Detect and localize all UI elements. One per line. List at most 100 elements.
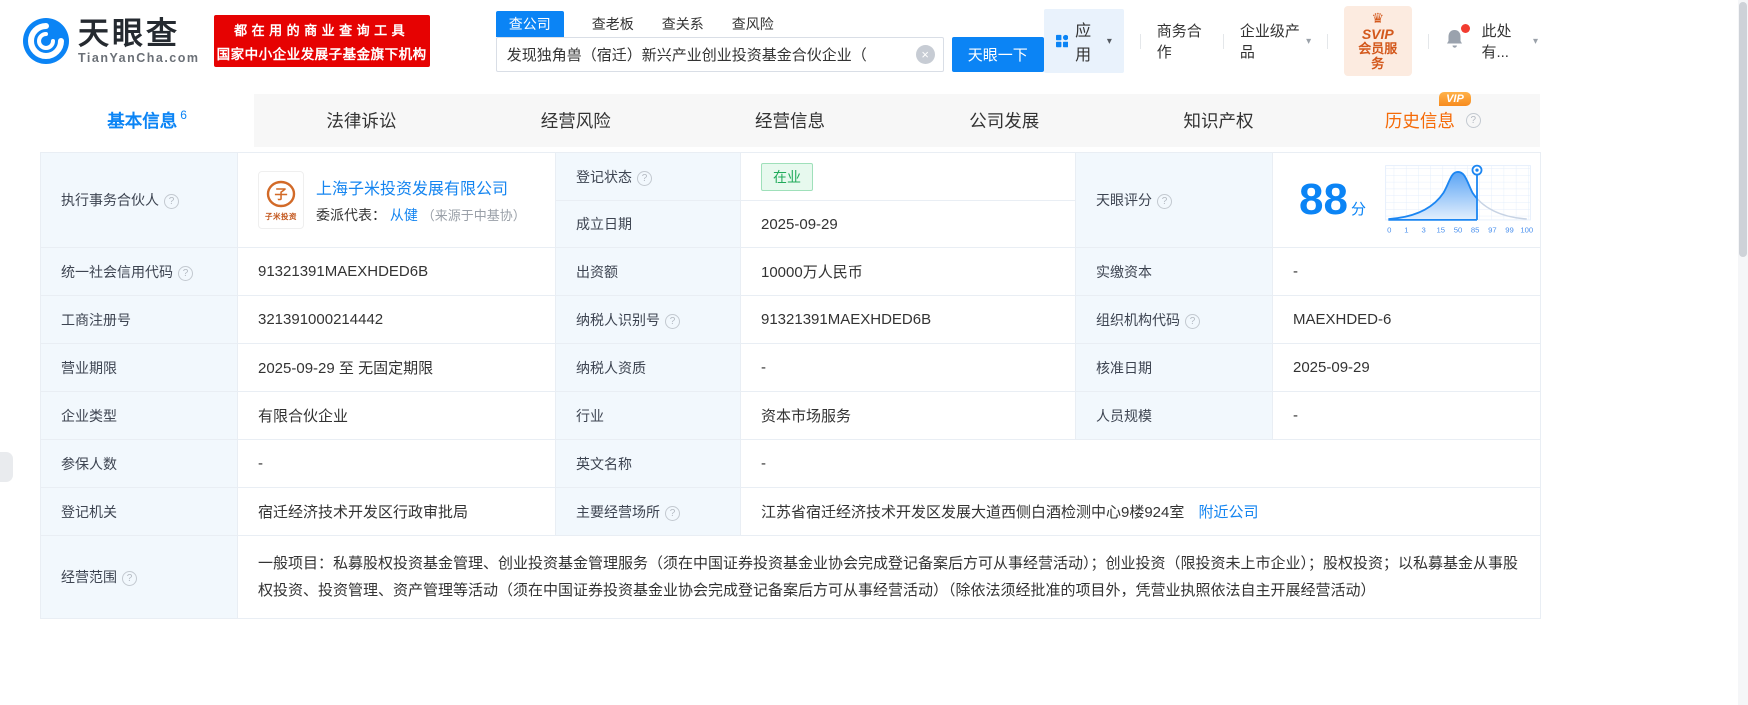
tab-history-info[interactable]: VIP 历史信息 ? <box>1326 94 1540 147</box>
tianyancha-logo-icon <box>22 17 70 65</box>
promo-banner-line1: 都在用的商业查询工具 <box>234 20 409 39</box>
help-icon[interactable]: ? <box>1157 194 1172 209</box>
apps-label: 应用 <box>1075 17 1100 65</box>
help-icon[interactable]: ? <box>122 571 137 586</box>
representative-label: 委派代表： <box>316 207 386 223</box>
help-icon[interactable]: ? <box>665 506 680 521</box>
chevron-down-icon: ▾ <box>1107 36 1112 47</box>
search-tab-boss[interactable]: 查老板 <box>592 14 634 37</box>
field-value-business-scope: 一般项目：私募股权投资基金管理、创业投资基金管理服务（须在中国证券投资基金业协会… <box>238 536 1541 619</box>
search-button[interactable]: 天眼一下 <box>952 37 1044 72</box>
representative-name-link[interactable]: 从健 <box>390 207 418 223</box>
divider <box>1428 34 1429 49</box>
help-icon[interactable]: ? <box>1185 314 1200 329</box>
score-axis-ticks: 0 1 3 15 50 85 97 99 100 <box>1387 226 1533 235</box>
svg-text:15: 15 <box>1436 226 1445 235</box>
help-icon[interactable]: ? <box>665 314 680 329</box>
help-icon[interactable]: ? <box>178 266 193 281</box>
field-label-reg-status: 登记状态? <box>556 153 741 201</box>
field-label-reg-number: 工商注册号 <box>41 296 238 344</box>
field-label-credit-code: 统一社会信用代码? <box>41 248 238 296</box>
help-icon[interactable]: ? <box>164 194 179 209</box>
field-value-business-term: 2025-09-29 至 无固定期限 <box>238 344 556 392</box>
user-menu[interactable]: 此处有... ▾ <box>1481 20 1538 62</box>
svg-text:99: 99 <box>1505 226 1514 235</box>
help-icon[interactable]: ? <box>637 171 652 186</box>
help-icon[interactable]: ? <box>1466 113 1481 128</box>
tab-operating-risk[interactable]: 经营风险 <box>469 94 683 147</box>
svg-text:0: 0 <box>1387 226 1391 235</box>
partner-logo-text: 子米投资 <box>265 211 297 222</box>
search-input[interactable] <box>496 37 944 72</box>
enterprise-products-menu[interactable]: 企业级产品 ▾ <box>1240 20 1311 62</box>
basic-info-table: 执行事务合伙人? 子 子米投资 上海子米投资发展有限公司 委派代表： 从健 （来… <box>40 152 1541 619</box>
tab-legal-proceedings[interactable]: 法律诉讼 <box>254 94 468 147</box>
field-label-industry: 行业 <box>556 392 741 440</box>
field-value-org-code: MAEXHDED-6 <box>1273 296 1541 344</box>
chevron-down-icon: ▾ <box>1533 36 1538 47</box>
field-value-industry: 资本市场服务 <box>741 392 1076 440</box>
scrollbar-thumb[interactable] <box>1739 2 1747 257</box>
field-value-paid-capital: - <box>1273 248 1541 296</box>
divider <box>1223 34 1224 49</box>
tab-intellectual-property[interactable]: 知识产权 <box>1111 94 1325 147</box>
tab-basic-info-count: 6 <box>180 108 187 122</box>
top-header: 天眼查 TianYanCha.com 都在用的商业查询工具 国家中小企业发展子基… <box>0 0 1748 82</box>
promo-banner: 都在用的商业查询工具 国家中小企业发展子基金旗下机构 <box>214 15 430 67</box>
field-label-score: 天眼评分? <box>1076 153 1273 248</box>
notifications-button[interactable] <box>1444 28 1465 55</box>
partner-company-link[interactable]: 上海子米投资发展有限公司 <box>316 181 508 198</box>
nearby-companies-link[interactable]: 附近公司 <box>1199 504 1259 521</box>
search-tab-risk[interactable]: 查风险 <box>732 14 774 37</box>
divider <box>1140 34 1141 49</box>
svg-text:子: 子 <box>274 187 287 202</box>
field-label-company-type: 企业类型 <box>41 392 238 440</box>
clear-search-icon[interactable]: × <box>916 45 935 64</box>
field-value-business-place: 江苏省宿迁经济技术开发区发展大道西侧白酒检测中心9楼924室 附近公司 <box>741 488 1541 536</box>
search-tab-company[interactable]: 查公司 <box>496 11 564 37</box>
score-distribution-chart: 0 1 3 15 50 85 97 99 100 <box>1382 158 1534 242</box>
field-label-approve-date: 核准日期 <box>1076 344 1273 392</box>
business-cooperation-link[interactable]: 商务合作 <box>1157 20 1207 62</box>
tianyancha-logo[interactable]: 天眼查 TianYanCha.com <box>22 17 200 65</box>
partner-company-logo: 子 子米投资 <box>258 171 304 229</box>
apps-grid-icon <box>1056 33 1068 49</box>
field-label-paid-capital: 实缴资本 <box>1076 248 1273 296</box>
section-tabbar: 基本信息 6 法律诉讼 经营风险 经营信息 公司发展 知识产权 VIP 历史信息… <box>40 94 1540 147</box>
enterprise-products-label: 企业级产品 <box>1240 20 1301 62</box>
search-tab-relation[interactable]: 查关系 <box>662 14 704 37</box>
svg-text:100: 100 <box>1520 226 1533 235</box>
field-value-approve-date: 2025-09-29 <box>1273 344 1541 392</box>
svg-text:97: 97 <box>1488 226 1497 235</box>
notification-dot <box>1461 24 1470 33</box>
field-label-org-code: 组织机构代码? <box>1076 296 1273 344</box>
status-badge: 在业 <box>761 163 813 191</box>
tab-operating-info[interactable]: 经营信息 <box>683 94 897 147</box>
field-value-credit-code: 91321391MAEXHDED6B <box>238 248 556 296</box>
score-value: 88分 <box>1299 178 1366 222</box>
side-float-handle[interactable] <box>0 452 13 482</box>
svg-text:85: 85 <box>1471 226 1480 235</box>
field-label-staff-size: 人员规模 <box>1076 392 1273 440</box>
field-value-staff-size: - <box>1273 392 1541 440</box>
tab-company-development[interactable]: 公司发展 <box>897 94 1111 147</box>
field-value-insured-count: - <box>238 440 556 488</box>
field-value-reg-number: 321391000214442 <box>238 296 556 344</box>
page-scrollbar[interactable] <box>1738 0 1748 705</box>
svg-text:50: 50 <box>1454 226 1463 235</box>
field-value-taxpayer-quality: - <box>741 344 1076 392</box>
svip-membership-button[interactable]: ♛ SVIP 会员服务 <box>1344 6 1412 76</box>
brand-domain: TianYanCha.com <box>78 52 200 65</box>
partner-logo-icon: 子 <box>266 179 296 209</box>
apps-menu[interactable]: 应用 ▾ <box>1044 9 1124 73</box>
svg-text:1: 1 <box>1404 226 1408 235</box>
chevron-down-icon: ▾ <box>1306 36 1311 47</box>
header-nav: 应用 ▾ 商务合作 企业级产品 ▾ ♛ SVIP 会员服务 此处有... ▾ <box>1044 6 1748 76</box>
field-value-executive-partner: 子 子米投资 上海子米投资发展有限公司 委派代表： 从健 （来源于中基协） <box>238 153 556 248</box>
brand-name: 天眼查 <box>78 18 200 49</box>
field-value-capital: 10000万人民币 <box>741 248 1076 296</box>
tab-basic-info[interactable]: 基本信息 6 <box>40 94 254 147</box>
field-label-taxpayer-quality: 纳税人资质 <box>556 344 741 392</box>
field-label-business-term: 营业期限 <box>41 344 238 392</box>
field-label-taxpayer-id: 纳税人识别号? <box>556 296 741 344</box>
